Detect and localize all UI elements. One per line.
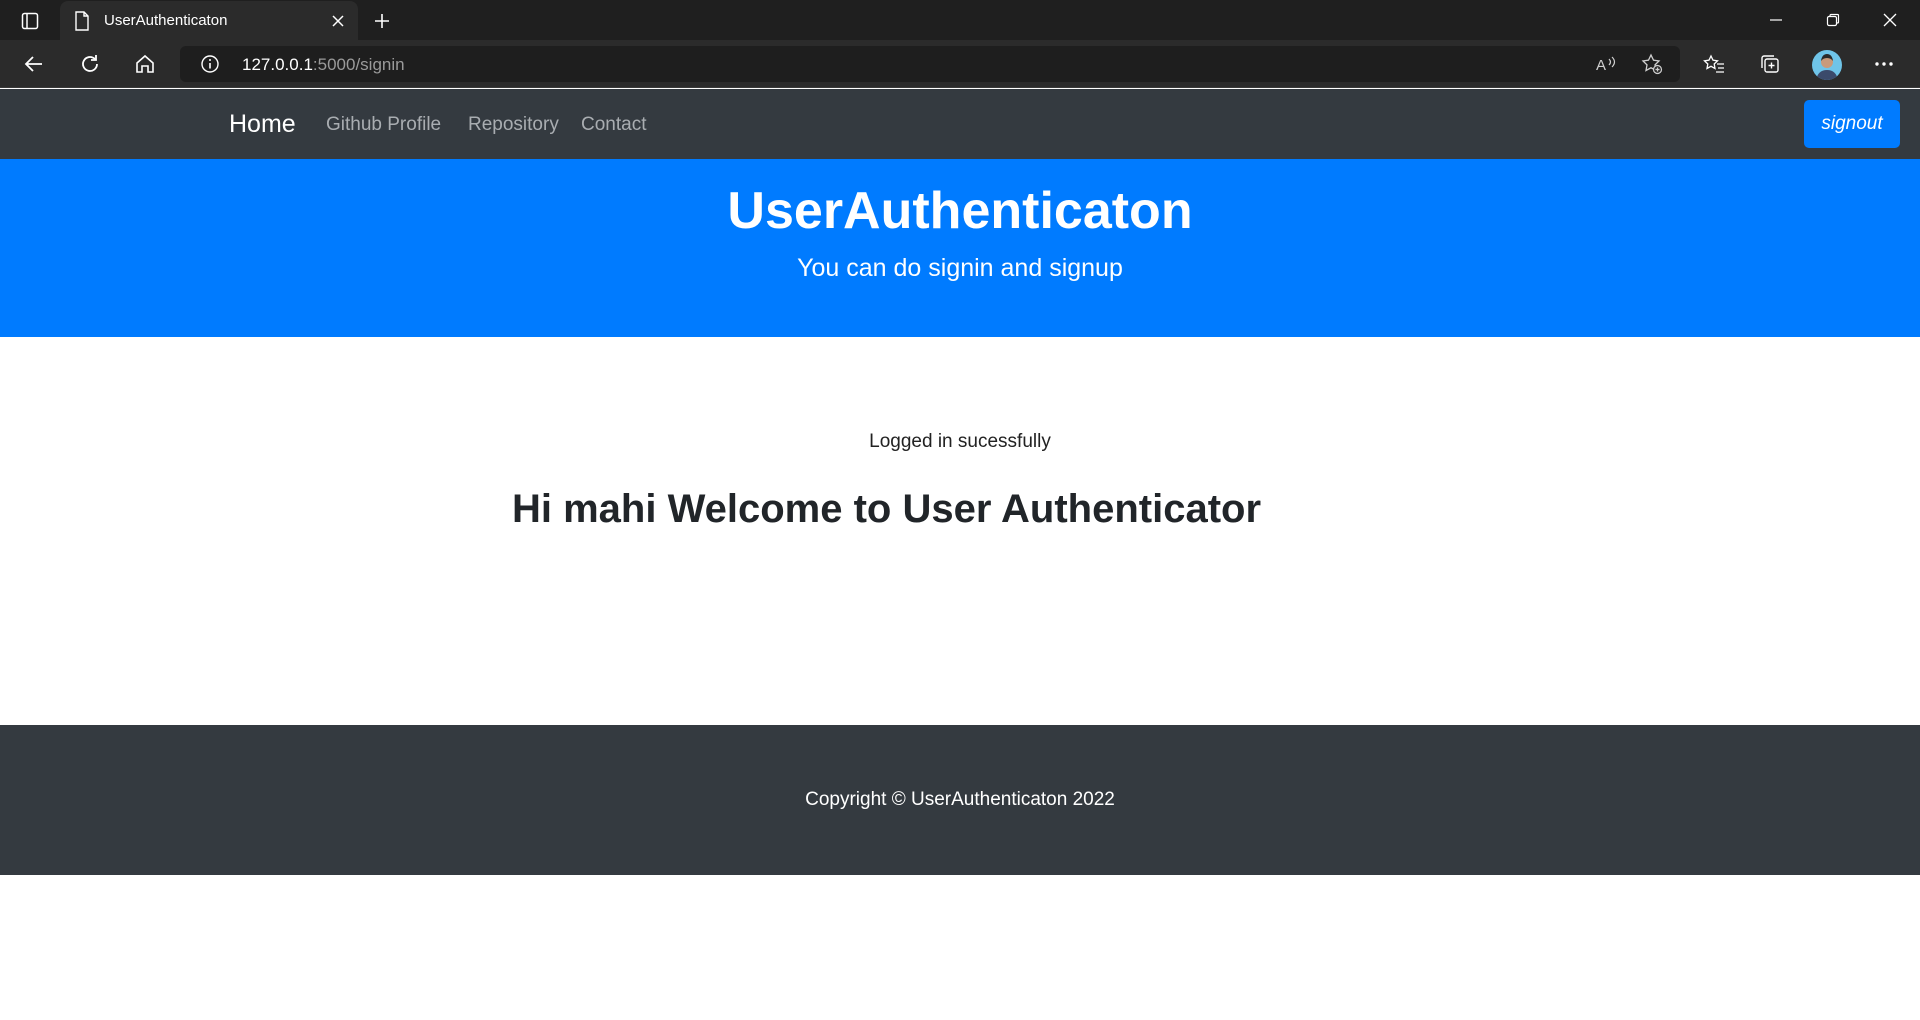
close-tab-icon[interactable] bbox=[328, 11, 348, 31]
site-footer: Copyright © UserAuthenticaton 2022 bbox=[0, 725, 1920, 875]
copyright-text: Copyright © UserAuthenticaton 2022 bbox=[805, 789, 1115, 810]
page-icon bbox=[74, 11, 92, 31]
tab-title: UserAuthenticaton bbox=[104, 12, 228, 29]
minimize-icon[interactable] bbox=[1756, 6, 1796, 34]
svg-text:A: A bbox=[1596, 57, 1606, 73]
nav-link-contact[interactable]: Contact bbox=[581, 114, 646, 136]
restore-icon[interactable] bbox=[1813, 6, 1853, 34]
home-icon[interactable] bbox=[129, 48, 161, 80]
address-bar[interactable]: 127.0.0.1:5000/signin A bbox=[180, 46, 1680, 82]
url-text[interactable]: 127.0.0.1:5000/signin bbox=[242, 55, 405, 75]
nav-link-repository[interactable]: Repository bbox=[468, 114, 559, 136]
tab-actions-icon[interactable] bbox=[18, 9, 42, 33]
more-options-icon[interactable] bbox=[1868, 48, 1900, 80]
hero-subtitle: You can do signin and signup bbox=[797, 254, 1123, 282]
browser-toolbar: 127.0.0.1:5000/signin A bbox=[0, 40, 1920, 88]
url-host: 127.0.0.1 bbox=[242, 55, 313, 74]
welcome-heading: Hi mahi Welcome to User Authenticator bbox=[512, 487, 1262, 531]
new-tab-icon[interactable] bbox=[370, 9, 394, 33]
site-info-icon[interactable] bbox=[200, 54, 220, 74]
nav-link-github-profile[interactable]: Github Profile bbox=[326, 114, 441, 136]
browser-tab-bar: UserAuthenticaton bbox=[0, 0, 1920, 40]
collections-icon[interactable] bbox=[1754, 48, 1786, 80]
reload-icon[interactable] bbox=[74, 48, 106, 80]
profile-avatar[interactable] bbox=[1812, 50, 1842, 80]
back-icon[interactable] bbox=[18, 48, 50, 80]
browser-tab[interactable]: UserAuthenticaton bbox=[60, 1, 358, 40]
nav-brand-home[interactable]: Home bbox=[229, 110, 296, 139]
favorites-icon[interactable] bbox=[1698, 48, 1730, 80]
url-path: :5000/signin bbox=[312, 55, 405, 74]
read-aloud-icon[interactable]: A bbox=[1590, 48, 1622, 80]
site-navbar: Home Github Profile Repository Contact s… bbox=[0, 89, 1920, 159]
close-window-icon[interactable] bbox=[1870, 6, 1910, 34]
flash-message: Logged in sucessfully bbox=[869, 431, 1051, 452]
hero-banner: UserAuthenticaton You can do signin and … bbox=[0, 159, 1920, 337]
add-favorite-icon[interactable] bbox=[1636, 48, 1668, 80]
signout-button[interactable]: signout bbox=[1804, 100, 1900, 148]
hero-title: UserAuthenticaton bbox=[727, 182, 1193, 240]
